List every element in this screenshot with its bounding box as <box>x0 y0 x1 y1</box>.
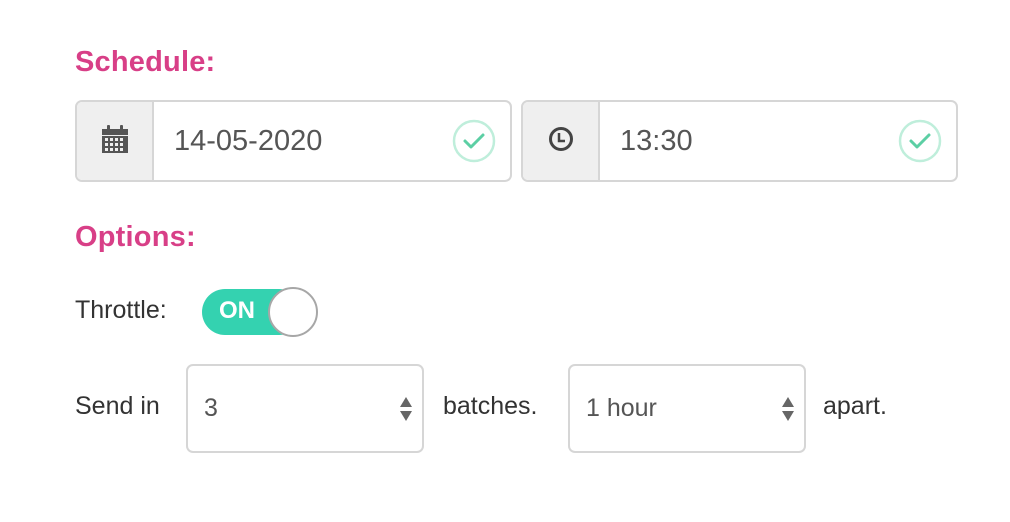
date-field[interactable]: 14-05-2020 <box>154 102 510 180</box>
throttle-toggle[interactable]: ON <box>202 287 320 337</box>
batches-label: batches. <box>443 392 538 420</box>
time-addon[interactable] <box>523 102 600 180</box>
batches-value: 3 <box>204 394 218 422</box>
time-input-group: 13:30 <box>521 100 958 182</box>
date-input-group: 14-05-2020 <box>75 100 512 182</box>
check-circle-icon <box>452 119 496 163</box>
check-circle-icon <box>898 119 942 163</box>
apart-label: apart. <box>823 392 887 420</box>
time-field[interactable]: 13:30 <box>600 102 956 180</box>
time-value[interactable]: 13:30 <box>620 125 693 158</box>
interval-select[interactable]: 1 hour <box>568 364 806 453</box>
select-arrows-icon <box>399 396 413 422</box>
date-addon[interactable] <box>77 102 154 180</box>
schedule-heading: Schedule: <box>75 46 216 78</box>
throttle-label: Throttle: <box>75 296 167 324</box>
toggle-knob[interactable] <box>268 287 318 337</box>
clock-icon <box>548 126 574 157</box>
toggle-state-label: ON <box>219 297 255 324</box>
select-arrows-icon <box>781 396 795 422</box>
interval-value: 1 hour <box>586 394 657 422</box>
options-heading: Options: <box>75 221 196 253</box>
calendar-icon <box>101 124 128 158</box>
send-in-label: Send in <box>75 392 160 420</box>
batches-select[interactable]: 3 <box>186 364 424 453</box>
date-value[interactable]: 14-05-2020 <box>174 125 322 158</box>
